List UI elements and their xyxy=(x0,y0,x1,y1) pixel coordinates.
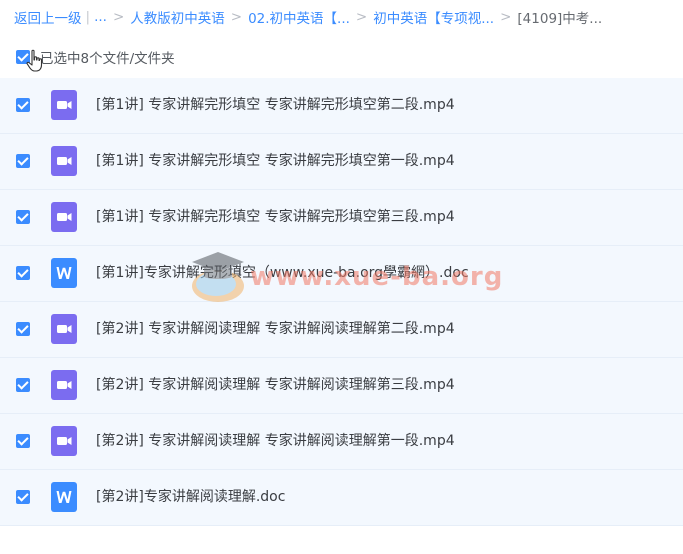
hand-cursor-icon xyxy=(26,49,43,72)
row-checkbox[interactable] xyxy=(16,490,30,504)
breadcrumb: 返回上一级 | ... > 人教版初中英语 > 02.初中英语【... > 初中… xyxy=(14,6,602,28)
breadcrumb-divider: | xyxy=(85,9,91,25)
video-file-icon xyxy=(51,146,77,176)
video-file-icon xyxy=(51,370,77,400)
file-row[interactable]: [第1讲]专家讲解完形填空（www.xue-ba.org學霸網）.doc xyxy=(0,246,683,302)
file-list: [第1讲] 专家讲解完形填空 专家讲解完形填空第二段.mp4 [第1讲] 专家讲… xyxy=(0,78,683,526)
breadcrumb-item[interactable]: 02.初中英语【... xyxy=(248,7,350,27)
row-checkbox[interactable] xyxy=(16,322,30,336)
video-file-icon xyxy=(51,426,77,456)
file-name[interactable]: [第1讲] 专家讲解完形填空 专家讲解完形填空第一段.mp4 xyxy=(96,134,455,189)
file-row[interactable]: [第2讲] 专家讲解阅读理解 专家讲解阅读理解第一段.mp4 xyxy=(0,414,683,470)
file-browser: 返回上一级 | ... > 人教版初中英语 > 02.初中英语【... > 初中… xyxy=(0,0,683,554)
breadcrumb-item[interactable]: 初中英语【专项视... xyxy=(373,7,494,27)
file-name[interactable]: [第1讲]专家讲解完形填空（www.xue-ba.org學霸網）.doc xyxy=(96,246,469,301)
file-name[interactable]: [第1讲] 专家讲解完形填空 专家讲解完形填空第二段.mp4 xyxy=(96,78,455,133)
video-file-icon xyxy=(51,314,77,344)
file-row[interactable]: [第2讲]专家讲解阅读理解.doc xyxy=(0,470,683,526)
file-name[interactable]: [第2讲] 专家讲解阅读理解 专家讲解阅读理解第三段.mp4 xyxy=(96,358,455,413)
file-name[interactable]: [第2讲] 专家讲解阅读理解 专家讲解阅读理解第二段.mp4 xyxy=(96,302,455,357)
file-row[interactable]: [第2讲] 专家讲解阅读理解 专家讲解阅读理解第二段.mp4 xyxy=(0,302,683,358)
breadcrumb-more[interactable]: ... xyxy=(94,9,107,25)
row-checkbox[interactable] xyxy=(16,210,30,224)
word-file-icon xyxy=(51,258,77,288)
file-row[interactable]: [第1讲] 专家讲解完形填空 专家讲解完形填空第一段.mp4 xyxy=(0,134,683,190)
row-checkbox[interactable] xyxy=(16,434,30,448)
selection-count-label: 已选中8个文件/文件夹 xyxy=(40,51,175,67)
row-checkbox[interactable] xyxy=(16,378,30,392)
file-name[interactable]: [第2讲]专家讲解阅读理解.doc xyxy=(96,470,285,525)
word-file-icon xyxy=(51,482,77,512)
chevron-right-icon: > xyxy=(230,9,243,25)
file-row[interactable]: [第1讲] 专家讲解完形填空 专家讲解完形填空第三段.mp4 xyxy=(0,190,683,246)
file-name[interactable]: [第1讲] 专家讲解完形填空 专家讲解完形填空第三段.mp4 xyxy=(96,190,455,245)
breadcrumb-current: [4109]中考... xyxy=(517,11,603,27)
video-file-icon xyxy=(51,202,77,232)
chevron-right-icon: > xyxy=(355,9,368,25)
row-checkbox[interactable] xyxy=(16,154,30,168)
file-name[interactable]: [第2讲] 专家讲解阅读理解 专家讲解阅读理解第一段.mp4 xyxy=(96,414,455,469)
row-checkbox[interactable] xyxy=(16,98,30,112)
back-link[interactable]: 返回上一级 xyxy=(14,7,82,27)
breadcrumb-item[interactable]: 人教版初中英语 xyxy=(130,7,225,27)
row-checkbox[interactable] xyxy=(16,266,30,280)
video-file-icon xyxy=(51,90,77,120)
file-row[interactable]: [第2讲] 专家讲解阅读理解 专家讲解阅读理解第三段.mp4 xyxy=(0,358,683,414)
chevron-right-icon: > xyxy=(112,9,125,25)
chevron-right-icon: > xyxy=(500,9,512,25)
file-row[interactable]: [第1讲] 专家讲解完形填空 专家讲解完形填空第二段.mp4 xyxy=(0,78,683,134)
